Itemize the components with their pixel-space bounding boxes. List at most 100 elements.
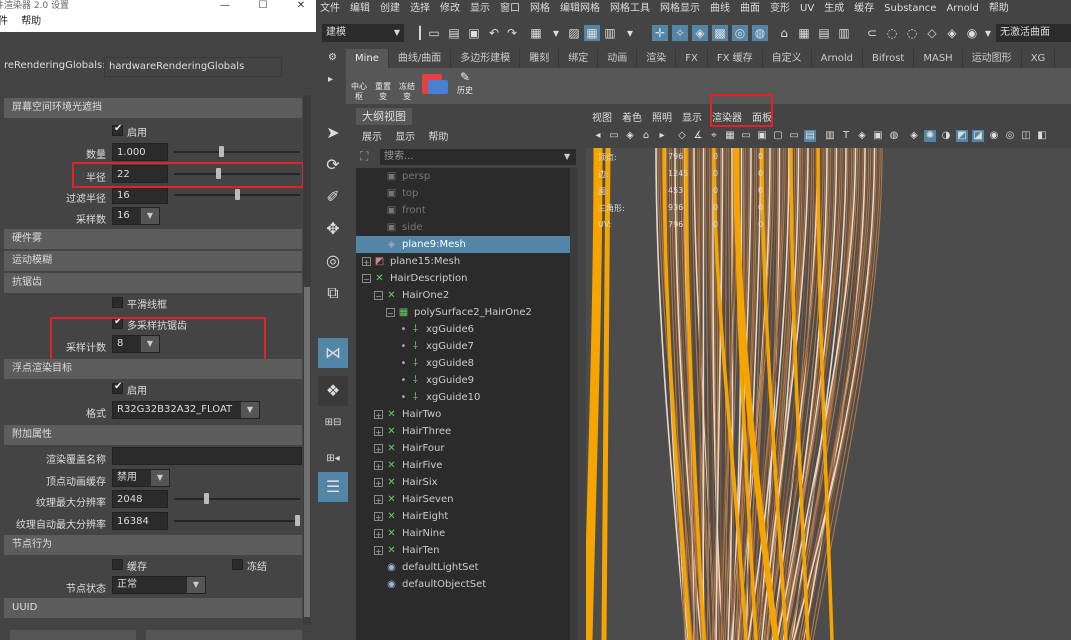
shelf-tab[interactable]: 运动图形 — [962, 49, 1022, 68]
select-hierarchy-icon[interactable]: ▨ — [566, 25, 582, 41]
text-icon[interactable]: ▥ — [824, 130, 836, 142]
texture-auto-max-field[interactable]: 16384 — [112, 512, 168, 530]
outliner-item[interactable]: + ✕ HairEight — [356, 508, 570, 525]
layout-single-icon[interactable]: ⋈ — [318, 338, 348, 368]
node-state-dropdown[interactable]: 正常 ▼ — [112, 576, 206, 594]
outliner-menu-help[interactable]: 帮助 — [428, 132, 448, 143]
outliner-item[interactable]: • ⸸ xgGuide9 — [356, 372, 570, 389]
open-scene-icon[interactable]: ▤ — [446, 25, 462, 41]
section-float-render-target[interactable]: 浮点渲染目标 — [4, 359, 302, 379]
cube-icon-blue[interactable] — [428, 80, 448, 94]
expand-icon[interactable]: + — [374, 444, 383, 454]
gate-mask-icon[interactable]: ▣ — [756, 130, 768, 142]
main-menu-item[interactable]: 网格显示 — [660, 3, 700, 14]
ssao-enable-checkbox[interactable] — [112, 123, 123, 136]
collapse-icon[interactable]: − — [386, 308, 395, 318]
move-tool-icon[interactable]: ✥ — [318, 214, 348, 244]
expand-icon[interactable]: + — [374, 478, 383, 488]
safe-action-icon[interactable]: ▭ — [788, 130, 800, 142]
xray-joints-icon[interactable]: ◫ — [1020, 130, 1032, 142]
outliner-search-input[interactable]: 搜索... — [380, 149, 576, 165]
new-scene-icon[interactable]: ▭ — [426, 25, 442, 41]
isolate-icon[interactable]: T — [840, 130, 852, 142]
menu-file[interactable]: 件 — [0, 16, 8, 27]
format-dropdown[interactable]: R32G32B32A32_FLOAT ▼ — [112, 401, 260, 419]
vertex-cache-dropdown[interactable]: 禁用 ▼ — [112, 469, 170, 487]
redo-icon[interactable]: ↷ — [504, 25, 520, 41]
lights-icon[interactable]: ✺ — [924, 130, 936, 142]
live-surface-field[interactable]: 无激活曲面 — [996, 24, 1071, 42]
lasso-icon[interactable]: ◌ — [884, 25, 900, 41]
outliner-item[interactable]: ▣ top — [356, 185, 570, 202]
section-motion-blur[interactable]: 运动模糊 — [4, 251, 302, 271]
outliner-menu-display[interactable]: 显示 — [395, 132, 415, 143]
outliner-item[interactable]: ◉ defaultLightSet — [356, 559, 570, 576]
brush-icon[interactable]: ◉ — [964, 25, 980, 41]
bottom-button-right[interactable] — [146, 630, 302, 640]
cache-checkbox[interactable] — [112, 559, 123, 570]
main-menu-item[interactable]: 帮助 — [989, 3, 1009, 14]
scale-tool-icon[interactable]: ⧉ — [318, 278, 348, 308]
grease-pencil-icon[interactable]: ∡ — [692, 130, 704, 142]
shelf-tab[interactable]: Mine — [346, 49, 389, 68]
outliner-item[interactable]: • ⸸ xgGuide6 — [356, 321, 570, 338]
shelf-reset-transform-button[interactable]: 重置变 — [372, 82, 394, 110]
expand-icon[interactable]: + — [362, 257, 371, 267]
outliner-item[interactable]: + ◩ plane15:Mesh — [356, 253, 570, 270]
outliner-item[interactable]: + ✕ HairFour — [356, 440, 570, 457]
aa-icon[interactable]: ◉ — [988, 130, 1000, 142]
outliner-item[interactable]: − ✕ HairDescription — [356, 270, 570, 287]
render-override-field[interactable] — [112, 447, 302, 465]
globals-node-field[interactable]: hardwareRenderingGlobals — [104, 57, 282, 77]
section-hardware-fog[interactable]: 硬件雾 — [4, 229, 302, 249]
field-chart-icon[interactable]: ▢ — [772, 130, 784, 142]
gear-icon[interactable]: ⚙ — [328, 52, 337, 63]
float-target-enable-checkbox[interactable] — [112, 381, 123, 394]
scrollbar-thumb[interactable] — [304, 287, 310, 617]
texture-auto-max-slider-handle[interactable] — [295, 515, 300, 526]
shelf-tab[interactable]: 自定义 — [762, 49, 812, 68]
2d-pan-icon[interactable]: ◇ — [676, 130, 688, 142]
snap-curve-icon[interactable]: ✧ — [672, 25, 688, 41]
shelf-tab[interactable]: 渲染 — [637, 49, 677, 68]
section-extra-attributes[interactable]: 附加属性 — [4, 425, 302, 445]
chevron-down-icon[interactable]: ▼ — [564, 152, 570, 161]
expand-icon[interactable]: + — [374, 427, 383, 437]
snap-surface-icon[interactable]: ◎ — [732, 25, 748, 41]
main-menu-item[interactable]: 生成 — [824, 3, 844, 14]
expand-icon[interactable]: + — [374, 461, 383, 471]
expand-icon[interactable]: + — [374, 512, 383, 522]
shelf-tab[interactable]: 动画 — [598, 49, 638, 68]
shelf-grip[interactable]: ⚙ ▸ — [328, 50, 337, 102]
undo-icon[interactable]: ↶ — [486, 25, 502, 41]
image-plane-icon[interactable]: ▸ — [656, 130, 668, 142]
bounding-box-icon[interactable]: ◍ — [888, 130, 900, 142]
outliner-item[interactable]: ◈ plane9:Mesh — [356, 236, 570, 253]
camera-select-icon[interactable]: ◂ — [592, 130, 604, 142]
outliner-scrollbar[interactable] — [570, 168, 578, 640]
outliner-menu-show[interactable]: 展示 — [362, 132, 382, 143]
ipr-icon[interactable]: ▤ — [816, 25, 832, 41]
camera-attr-icon[interactable]: ▭ — [608, 130, 620, 142]
collapse-icon[interactable]: − — [362, 274, 371, 284]
main-menu-item[interactable]: 文件 — [320, 3, 340, 14]
layout-split-icon[interactable]: ⊞⊟ — [318, 408, 348, 438]
expand-icon[interactable]: + — [374, 495, 383, 505]
outliner-item[interactable]: • ⸸ xgGuide7 — [356, 338, 570, 355]
shelf-tab[interactable]: Bifrost — [863, 49, 915, 68]
select-component-icon[interactable]: ▥ — [602, 25, 618, 41]
outliner-item[interactable]: + ✕ HairFive — [356, 457, 570, 474]
shelf-tab[interactable]: 多边形建模 — [451, 49, 521, 68]
freeze-checkbox[interactable] — [232, 559, 243, 570]
outliner-item[interactable]: + ✕ HairThree — [356, 423, 570, 440]
viewport-menu-item[interactable]: 着色 — [622, 113, 642, 124]
main-menu-item[interactable]: Substance — [884, 3, 936, 14]
snap-live-icon[interactable]: ◍ — [752, 25, 768, 41]
history-icon[interactable]: ⌂ — [776, 25, 792, 41]
expand-icon[interactable]: + — [374, 529, 383, 539]
outliner-item[interactable]: − ✕ HairOne2 — [356, 287, 570, 304]
render-settings-icon[interactable]: ▥ — [836, 25, 852, 41]
outliner-title-tab[interactable]: 大纲视图 — [356, 108, 412, 125]
minimize-button[interactable]: — — [208, 0, 242, 12]
amount-slider-handle[interactable] — [219, 146, 224, 157]
